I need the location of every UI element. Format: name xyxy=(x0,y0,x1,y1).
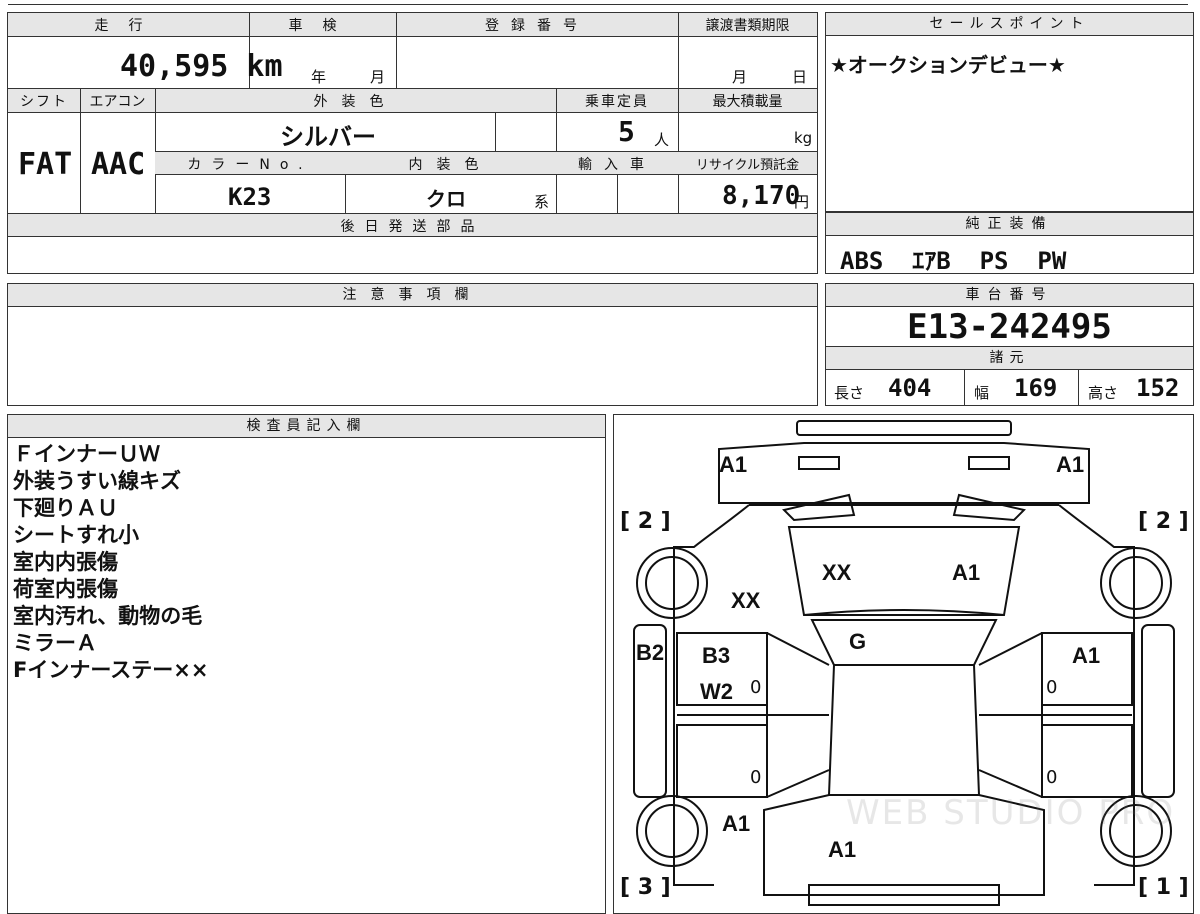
chassis-box: 車台番号 E13-242495 諸元 長さ 404 幅 169 高さ 152 xyxy=(825,283,1194,406)
specs-height-label: 高さ xyxy=(1088,384,1119,402)
genuine-equipment-value: ABS ｴｱB PS PW xyxy=(840,247,1067,275)
max-load-unit: kg xyxy=(794,129,813,147)
car-diagram xyxy=(633,420,1175,906)
capacity-unit: 人 xyxy=(654,131,670,149)
transfer-day-label: 日 xyxy=(792,68,808,86)
aircon-label: エアコン xyxy=(89,94,146,110)
capacity-label: 乗車定員 xyxy=(585,94,649,110)
capacity-value: 5 xyxy=(618,115,635,148)
tire-label-rear-left: [ 2 ] xyxy=(620,509,671,534)
damage-mark: A1 xyxy=(828,837,857,862)
interior-color-suffix: 系 xyxy=(534,193,550,211)
notes-label: 注意事項欄 xyxy=(8,284,817,307)
genuine-equipment-box: 純正装備 ABS ｴｱB PS PW xyxy=(825,212,1194,275)
transfer-deadline-label: 譲渡書類期限 xyxy=(705,18,790,34)
specs-length-value: 404 xyxy=(888,374,932,402)
zero-marker: 0 xyxy=(750,677,762,698)
aircon-value: AAC xyxy=(91,147,146,182)
tire-label-rear-right: [ 2 ] xyxy=(1138,509,1189,534)
damage-mark: A1 xyxy=(722,811,751,836)
color-no-label: カラーNo. xyxy=(187,157,313,173)
damage-mark: XX xyxy=(822,560,852,585)
top-strip xyxy=(0,0,1200,6)
damage-mark: A1 xyxy=(719,452,748,477)
inspector-note-line: ミラーＡ xyxy=(13,631,97,655)
recycle-fee-label: リサイクル預託金 xyxy=(695,158,800,173)
inspector-note-line: 室内汚れ、動物の毛 xyxy=(13,604,203,628)
specs-width-value: 169 xyxy=(1014,374,1058,402)
interior-color-value: クロ xyxy=(426,187,466,211)
shift-value: FAT xyxy=(18,147,73,182)
inspector-note-line: Fインナーステー×× xyxy=(13,658,209,682)
specs-length-label: 長さ xyxy=(834,384,865,402)
color-no-value: K23 xyxy=(228,183,272,211)
registration-number-label: 登録番号 xyxy=(485,18,589,34)
damage-mark: G xyxy=(849,629,867,654)
exterior-color-label: 外装色 xyxy=(313,94,398,110)
transfer-month-label: 月 xyxy=(732,68,748,86)
shift-label: シフト xyxy=(20,94,68,110)
recycle-fee-value: 8,170 xyxy=(722,181,801,211)
inspector-notes-box: 検査員記入欄 ＦインナーＵＷ 外装うすい線キズ 下廻りＡＵ シートすれ小 室内内… xyxy=(7,414,606,914)
inspector-note-line: シートすれ小 xyxy=(13,523,139,547)
import-label: 輸入車 xyxy=(578,157,656,173)
tire-label-front-left: [ 3 ] xyxy=(620,875,671,900)
exterior-color-value: シルバー xyxy=(280,123,376,151)
inspector-note-line: 外装うすい線キズ xyxy=(13,469,181,493)
damage-mark: XX xyxy=(731,588,761,613)
interior-color-label: 内装色 xyxy=(408,157,493,173)
tire-label-front-right: [ 1 ] xyxy=(1138,875,1189,900)
zero-marker: 0 xyxy=(1046,767,1058,788)
damage-mark: W2 xyxy=(700,679,733,704)
notes-box: 注意事項欄 xyxy=(7,283,818,406)
sales-point-box: セールスポイント ★オークションデビュー★ xyxy=(825,12,1194,212)
mileage-label: 走行 xyxy=(94,18,163,34)
mileage-value: 40,595 km xyxy=(120,49,283,84)
max-load-label: 最大積載量 xyxy=(712,94,783,110)
inspector-notes-label: 検査員記入欄 xyxy=(8,415,605,438)
chassis-number-label: 車台番号 xyxy=(826,284,1193,307)
specs-height-value: 152 xyxy=(1136,374,1180,402)
zero-marker: 0 xyxy=(1046,677,1058,698)
zero-marker: 0 xyxy=(750,767,762,788)
sales-point-text: ★オークションデビュー★ xyxy=(830,53,1066,77)
sales-point-label: セールスポイント xyxy=(826,13,1193,36)
recycle-fee-unit: 円 xyxy=(794,193,810,211)
inspector-note-line: 荷室内張傷 xyxy=(13,577,118,601)
vehicle-info-block: 走行 車検 登録番号 譲渡書類期限 40,595 km 年 月 月 日 シフト … xyxy=(7,12,818,274)
inspection-label: 車検 xyxy=(288,18,357,34)
chassis-number-value: E13-242495 xyxy=(907,307,1112,347)
inspection-year-label: 年 xyxy=(311,68,327,86)
inspector-note-line: ＦインナーＵＷ xyxy=(13,442,160,466)
specs-label: 諸元 xyxy=(826,346,1193,370)
damage-map: [ 2 ] [ 2 ] [ 3 ] [ 1 ] A1 A1 XX A1 XX G… xyxy=(613,414,1194,914)
later-parts-label: 後日発送部品 xyxy=(340,219,485,235)
watermark: WEB STUDIO PRO xyxy=(846,793,1176,833)
damage-mark: A1 xyxy=(1072,643,1101,668)
inspector-note-line: 室内内張傷 xyxy=(13,550,118,574)
damage-mark: B2 xyxy=(636,640,665,665)
inspector-note-line: 下廻りＡＵ xyxy=(13,496,118,520)
inspector-notes-list: ＦインナーＵＷ 外装うすい線キズ 下廻りＡＵ シートすれ小 室内内張傷 荷室内張… xyxy=(13,441,593,684)
specs-width-label: 幅 xyxy=(974,384,990,402)
damage-mark: A1 xyxy=(952,560,981,585)
genuine-equipment-label: 純正装備 xyxy=(826,213,1193,236)
inspection-month-label: 月 xyxy=(370,68,386,86)
damage-mark: A1 xyxy=(1056,452,1085,477)
damage-mark: B3 xyxy=(702,643,731,668)
